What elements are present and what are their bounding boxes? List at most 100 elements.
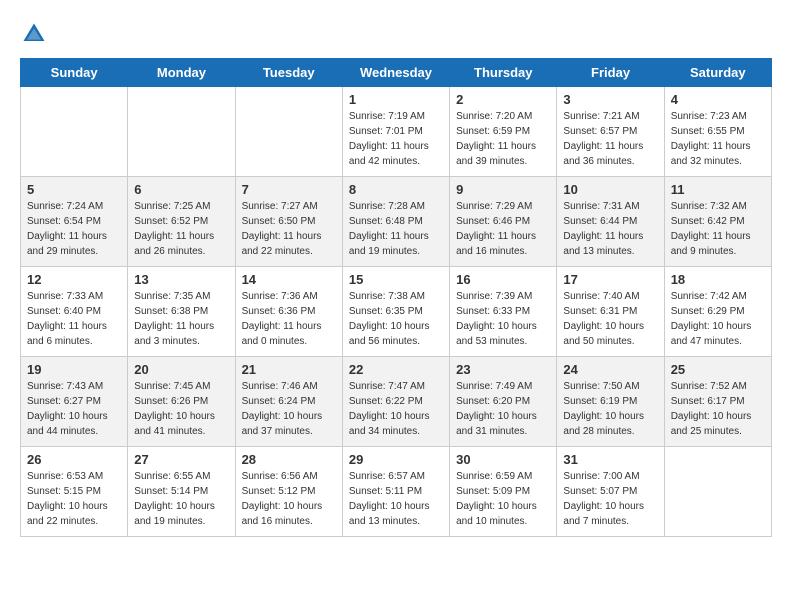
calendar-header-tuesday: Tuesday	[235, 59, 342, 87]
day-number: 7	[242, 182, 336, 197]
day-info: Sunrise: 7:29 AM Sunset: 6:46 PM Dayligh…	[456, 199, 550, 259]
day-number: 13	[134, 272, 228, 287]
day-number: 5	[27, 182, 121, 197]
day-number: 2	[456, 92, 550, 107]
logo-icon	[20, 20, 48, 48]
calendar-header-row: SundayMondayTuesdayWednesdayThursdayFrid…	[21, 59, 772, 87]
day-info: Sunrise: 7:23 AM Sunset: 6:55 PM Dayligh…	[671, 109, 765, 169]
day-number: 8	[349, 182, 443, 197]
day-info: Sunrise: 7:33 AM Sunset: 6:40 PM Dayligh…	[27, 289, 121, 349]
calendar-cell	[664, 447, 771, 537]
calendar-cell: 1 Sunrise: 7:19 AM Sunset: 7:01 PM Daylig…	[342, 87, 449, 177]
day-info: Sunrise: 6:59 AM Sunset: 5:09 PM Dayligh…	[456, 469, 550, 529]
calendar-cell: 27Sunrise: 6:55 AM Sunset: 5:14 PM Dayli…	[128, 447, 235, 537]
day-number: 17	[563, 272, 657, 287]
day-info: Sunrise: 7:36 AM Sunset: 6:36 PM Dayligh…	[242, 289, 336, 349]
calendar-cell: 11Sunrise: 7:32 AM Sunset: 6:42 PM Dayli…	[664, 177, 771, 267]
day-number: 23	[456, 362, 550, 377]
day-info: Sunrise: 7:00 AM Sunset: 5:07 PM Dayligh…	[563, 469, 657, 529]
calendar-header-saturday: Saturday	[664, 59, 771, 87]
calendar-cell: 30 Sunrise: 6:59 AM Sunset: 5:09 PM Dayli…	[450, 447, 557, 537]
day-info: Sunrise: 7:52 AM Sunset: 6:17 PM Dayligh…	[671, 379, 765, 439]
calendar-cell: 16Sunrise: 7:39 AM Sunset: 6:33 PM Dayli…	[450, 267, 557, 357]
calendar-cell: 19 Sunrise: 7:43 AM Sunset: 6:27 PM Dayli…	[21, 357, 128, 447]
calendar-row-3: 19 Sunrise: 7:43 AM Sunset: 6:27 PM Dayli…	[21, 357, 772, 447]
calendar-cell	[128, 87, 235, 177]
calendar-header-wednesday: Wednesday	[342, 59, 449, 87]
day-number: 9	[456, 182, 550, 197]
day-number: 26	[27, 452, 121, 467]
day-info: Sunrise: 7:40 AM Sunset: 6:31 PM Dayligh…	[563, 289, 657, 349]
day-number: 31	[563, 452, 657, 467]
calendar-cell: 4 Sunrise: 7:23 AM Sunset: 6:55 PM Daylig…	[664, 87, 771, 177]
calendar-cell: 17 Sunrise: 7:40 AM Sunset: 6:31 PM Dayli…	[557, 267, 664, 357]
day-info: Sunrise: 7:19 AM Sunset: 7:01 PM Dayligh…	[349, 109, 443, 169]
calendar-row-1: 5 Sunrise: 7:24 AM Sunset: 6:54 PM Daylig…	[21, 177, 772, 267]
day-number: 29	[349, 452, 443, 467]
calendar-cell: 7 Sunrise: 7:27 AM Sunset: 6:50 PM Daylig…	[235, 177, 342, 267]
day-info: Sunrise: 7:20 AM Sunset: 6:59 PM Dayligh…	[456, 109, 550, 169]
day-number: 25	[671, 362, 765, 377]
day-number: 27	[134, 452, 228, 467]
calendar-row-0: 1 Sunrise: 7:19 AM Sunset: 7:01 PM Daylig…	[21, 87, 772, 177]
day-number: 30	[456, 452, 550, 467]
day-info: Sunrise: 6:57 AM Sunset: 5:11 PM Dayligh…	[349, 469, 443, 529]
day-info: Sunrise: 7:28 AM Sunset: 6:48 PM Dayligh…	[349, 199, 443, 259]
calendar-cell: 9 Sunrise: 7:29 AM Sunset: 6:46 PM Daylig…	[450, 177, 557, 267]
day-number: 18	[671, 272, 765, 287]
day-info: Sunrise: 7:46 AM Sunset: 6:24 PM Dayligh…	[242, 379, 336, 439]
day-number: 14	[242, 272, 336, 287]
day-info: Sunrise: 7:27 AM Sunset: 6:50 PM Dayligh…	[242, 199, 336, 259]
calendar-cell: 3Sunrise: 7:21 AM Sunset: 6:57 PM Daylig…	[557, 87, 664, 177]
day-info: Sunrise: 7:43 AM Sunset: 6:27 PM Dayligh…	[27, 379, 121, 439]
calendar-row-4: 26 Sunrise: 6:53 AM Sunset: 5:15 PM Dayli…	[21, 447, 772, 537]
calendar-cell: 2 Sunrise: 7:20 AM Sunset: 6:59 PM Daylig…	[450, 87, 557, 177]
calendar-cell: 8 Sunrise: 7:28 AM Sunset: 6:48 PM Daylig…	[342, 177, 449, 267]
day-number: 4	[671, 92, 765, 107]
day-info: Sunrise: 7:25 AM Sunset: 6:52 PM Dayligh…	[134, 199, 228, 259]
calendar-cell: 12 Sunrise: 7:33 AM Sunset: 6:40 PM Dayli…	[21, 267, 128, 357]
calendar-cell: 18 Sunrise: 7:42 AM Sunset: 6:29 PM Dayli…	[664, 267, 771, 357]
calendar-cell: 22Sunrise: 7:47 AM Sunset: 6:22 PM Dayli…	[342, 357, 449, 447]
day-number: 28	[242, 452, 336, 467]
calendar-cell: 10Sunrise: 7:31 AM Sunset: 6:44 PM Dayli…	[557, 177, 664, 267]
day-info: Sunrise: 7:35 AM Sunset: 6:38 PM Dayligh…	[134, 289, 228, 349]
calendar-cell	[21, 87, 128, 177]
calendar-cell: 21 Sunrise: 7:46 AM Sunset: 6:24 PM Dayli…	[235, 357, 342, 447]
calendar-cell: 25 Sunrise: 7:52 AM Sunset: 6:17 PM Dayli…	[664, 357, 771, 447]
calendar-header-sunday: Sunday	[21, 59, 128, 87]
day-number: 19	[27, 362, 121, 377]
day-info: Sunrise: 7:42 AM Sunset: 6:29 PM Dayligh…	[671, 289, 765, 349]
day-number: 21	[242, 362, 336, 377]
calendar-cell: 29 Sunrise: 6:57 AM Sunset: 5:11 PM Dayli…	[342, 447, 449, 537]
day-number: 1	[349, 92, 443, 107]
day-number: 22	[349, 362, 443, 377]
calendar-cell	[235, 87, 342, 177]
day-info: Sunrise: 7:31 AM Sunset: 6:44 PM Dayligh…	[563, 199, 657, 259]
day-info: Sunrise: 7:38 AM Sunset: 6:35 PM Dayligh…	[349, 289, 443, 349]
calendar-header-friday: Friday	[557, 59, 664, 87]
calendar-cell: 15 Sunrise: 7:38 AM Sunset: 6:35 PM Dayli…	[342, 267, 449, 357]
day-info: Sunrise: 7:45 AM Sunset: 6:26 PM Dayligh…	[134, 379, 228, 439]
calendar-header-thursday: Thursday	[450, 59, 557, 87]
day-number: 12	[27, 272, 121, 287]
day-info: Sunrise: 7:32 AM Sunset: 6:42 PM Dayligh…	[671, 199, 765, 259]
day-info: Sunrise: 7:49 AM Sunset: 6:20 PM Dayligh…	[456, 379, 550, 439]
day-info: Sunrise: 6:53 AM Sunset: 5:15 PM Dayligh…	[27, 469, 121, 529]
calendar-row-2: 12 Sunrise: 7:33 AM Sunset: 6:40 PM Dayli…	[21, 267, 772, 357]
calendar-cell: 31 Sunrise: 7:00 AM Sunset: 5:07 PM Dayli…	[557, 447, 664, 537]
day-number: 20	[134, 362, 228, 377]
calendar-cell: 13 Sunrise: 7:35 AM Sunset: 6:38 PM Dayli…	[128, 267, 235, 357]
calendar-cell: 14 Sunrise: 7:36 AM Sunset: 6:36 PM Dayli…	[235, 267, 342, 357]
day-number: 24	[563, 362, 657, 377]
day-number: 15	[349, 272, 443, 287]
calendar-table: SundayMondayTuesdayWednesdayThursdayFrid…	[20, 58, 772, 537]
calendar-cell: 24Sunrise: 7:50 AM Sunset: 6:19 PM Dayli…	[557, 357, 664, 447]
day-number: 3	[563, 92, 657, 107]
day-number: 6	[134, 182, 228, 197]
calendar-cell: 5 Sunrise: 7:24 AM Sunset: 6:54 PM Daylig…	[21, 177, 128, 267]
day-info: Sunrise: 7:24 AM Sunset: 6:54 PM Dayligh…	[27, 199, 121, 259]
calendar-cell: 26 Sunrise: 6:53 AM Sunset: 5:15 PM Dayli…	[21, 447, 128, 537]
logo	[20, 20, 52, 48]
day-info: Sunrise: 7:39 AM Sunset: 6:33 PM Dayligh…	[456, 289, 550, 349]
